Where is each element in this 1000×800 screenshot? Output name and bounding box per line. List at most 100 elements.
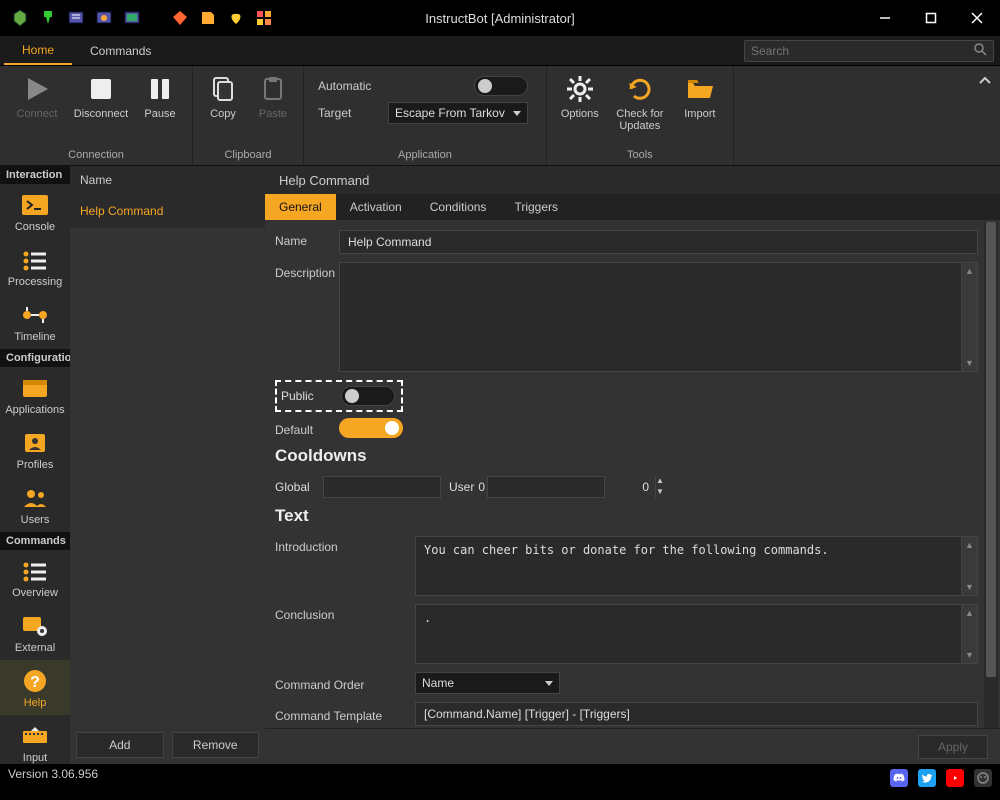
options-button[interactable]: Options (555, 70, 605, 146)
command-list-header: Name (70, 166, 265, 194)
tab-general[interactable]: General (265, 194, 336, 220)
app-icon-2 (38, 8, 58, 28)
section-commands: Commands (0, 532, 70, 550)
help-icon: ? (20, 668, 50, 694)
command-list-panel: Name Help Command Add Remove (70, 166, 265, 764)
sidebar-item-applications[interactable]: Applications (0, 367, 70, 422)
name-field[interactable] (339, 230, 978, 254)
app-icon-5 (122, 8, 142, 28)
users-icon (20, 485, 50, 511)
text-title: Text (275, 506, 978, 526)
sidebar-item-profiles[interactable]: Profiles (0, 422, 70, 477)
sidebar-item-processing[interactable]: Processing (0, 239, 70, 294)
user-label: User (449, 480, 479, 494)
description-field[interactable] (339, 262, 962, 372)
app-icon-7 (198, 8, 218, 28)
application-group-label: Application (312, 146, 538, 163)
app-icon-1 (10, 8, 30, 28)
tools-group-label: Tools (555, 146, 725, 163)
conclusion-label: Conclusion (275, 604, 415, 622)
tab-home[interactable]: Home (4, 36, 72, 65)
version-label: Version 3.06.956 (8, 767, 98, 781)
sidebar-item-users[interactable]: Users (0, 477, 70, 532)
remove-button[interactable]: Remove (172, 732, 260, 758)
connection-group-label: Connection (8, 146, 184, 163)
main-tabs: Home Commands (0, 36, 1000, 66)
close-button[interactable] (954, 0, 1000, 36)
disconnect-button[interactable]: Disconnect (72, 70, 130, 146)
introduction-scrollbar[interactable]: ▲▼ (962, 536, 978, 596)
search-input[interactable] (751, 44, 974, 58)
ribbon: Connect Disconnect Pause Connection Copy… (0, 66, 1000, 166)
tab-triggers[interactable]: Triggers (500, 194, 572, 220)
tab-commands[interactable]: Commands (72, 36, 169, 65)
public-label: Public (281, 389, 331, 403)
command-order-select[interactable]: Name (415, 672, 560, 694)
conclusion-field[interactable]: . (415, 604, 962, 664)
youtube-icon[interactable] (946, 769, 964, 787)
editor-body: Name Description ▲▼ Public Default (265, 220, 1000, 728)
global-field[interactable]: ▲▼ (323, 476, 441, 498)
maximize-button[interactable] (908, 0, 954, 36)
left-sidebar: Interaction Console Processing Timeline … (0, 166, 70, 764)
search-box[interactable] (744, 40, 994, 62)
list-icon-2 (20, 558, 50, 584)
app-icon-8 (226, 8, 246, 28)
editor-scrollbar[interactable] (984, 222, 998, 728)
sidebar-item-help[interactable]: ? Help (0, 660, 70, 715)
profile-icon (20, 430, 50, 456)
app-icon-9 (254, 8, 274, 28)
bot-status-icon[interactable] (974, 769, 992, 787)
target-select[interactable]: Escape From Tarkov (388, 102, 528, 124)
tab-conditions[interactable]: Conditions (416, 194, 501, 220)
gear-icon (563, 72, 597, 106)
twitter-icon[interactable] (918, 769, 936, 787)
sidebar-item-console[interactable]: Console (0, 184, 70, 239)
ribbon-collapse-icon[interactable] (978, 74, 992, 91)
editor-title: Help Command (265, 166, 1000, 194)
automatic-label: Automatic (318, 79, 378, 93)
pause-button[interactable]: Pause (136, 70, 184, 146)
command-template-label: Command Template (275, 705, 415, 723)
sidebar-item-external[interactable]: External (0, 605, 70, 660)
command-list-item[interactable]: Help Command (70, 194, 265, 228)
window-icon (20, 375, 50, 401)
automatic-toggle[interactable] (474, 76, 528, 96)
console-icon (20, 192, 50, 218)
minimize-button[interactable] (862, 0, 908, 36)
command-template-field[interactable] (415, 702, 978, 726)
default-toggle[interactable] (339, 418, 403, 438)
command-order-label: Command Order (275, 674, 415, 692)
list-icon (20, 247, 50, 273)
sidebar-item-input[interactable]: Input (0, 715, 70, 764)
window-title: InstructBot [Administrator] (425, 11, 575, 26)
main-area: Interaction Console Processing Timeline … (0, 166, 1000, 764)
discord-icon[interactable] (890, 769, 908, 787)
public-highlight: Public (275, 380, 403, 412)
public-toggle[interactable] (341, 386, 395, 406)
copy-button[interactable]: Copy (201, 70, 245, 146)
refresh-icon (623, 72, 657, 106)
tab-activation[interactable]: Activation (336, 194, 416, 220)
import-button[interactable]: Import (675, 70, 725, 146)
sidebar-item-timeline[interactable]: Timeline (0, 294, 70, 349)
title-bar: InstructBot [Administrator] (0, 0, 1000, 36)
user-field[interactable]: ▲▼ (487, 476, 605, 498)
introduction-field[interactable]: You can cheer bits or donate for the fol… (415, 536, 962, 596)
svg-text:?: ? (30, 674, 40, 691)
external-icon (20, 613, 50, 639)
add-button[interactable]: Add (76, 732, 164, 758)
connect-button[interactable]: Connect (8, 70, 66, 146)
apply-button[interactable]: Apply (918, 735, 988, 759)
description-scrollbar[interactable]: ▲▼ (962, 262, 978, 372)
timeline-icon (20, 302, 50, 328)
name-label: Name (275, 230, 339, 248)
sidebar-item-overview[interactable]: Overview (0, 550, 70, 605)
introduction-label: Introduction (275, 536, 415, 554)
check-updates-button[interactable]: Check for Updates (611, 70, 669, 146)
play-icon (20, 72, 54, 106)
editor-panel: Help Command General Activation Conditio… (265, 166, 1000, 764)
conclusion-scrollbar[interactable]: ▲▼ (962, 604, 978, 664)
titlebar-app-icons (0, 8, 274, 28)
paste-button[interactable]: Paste (251, 70, 295, 146)
